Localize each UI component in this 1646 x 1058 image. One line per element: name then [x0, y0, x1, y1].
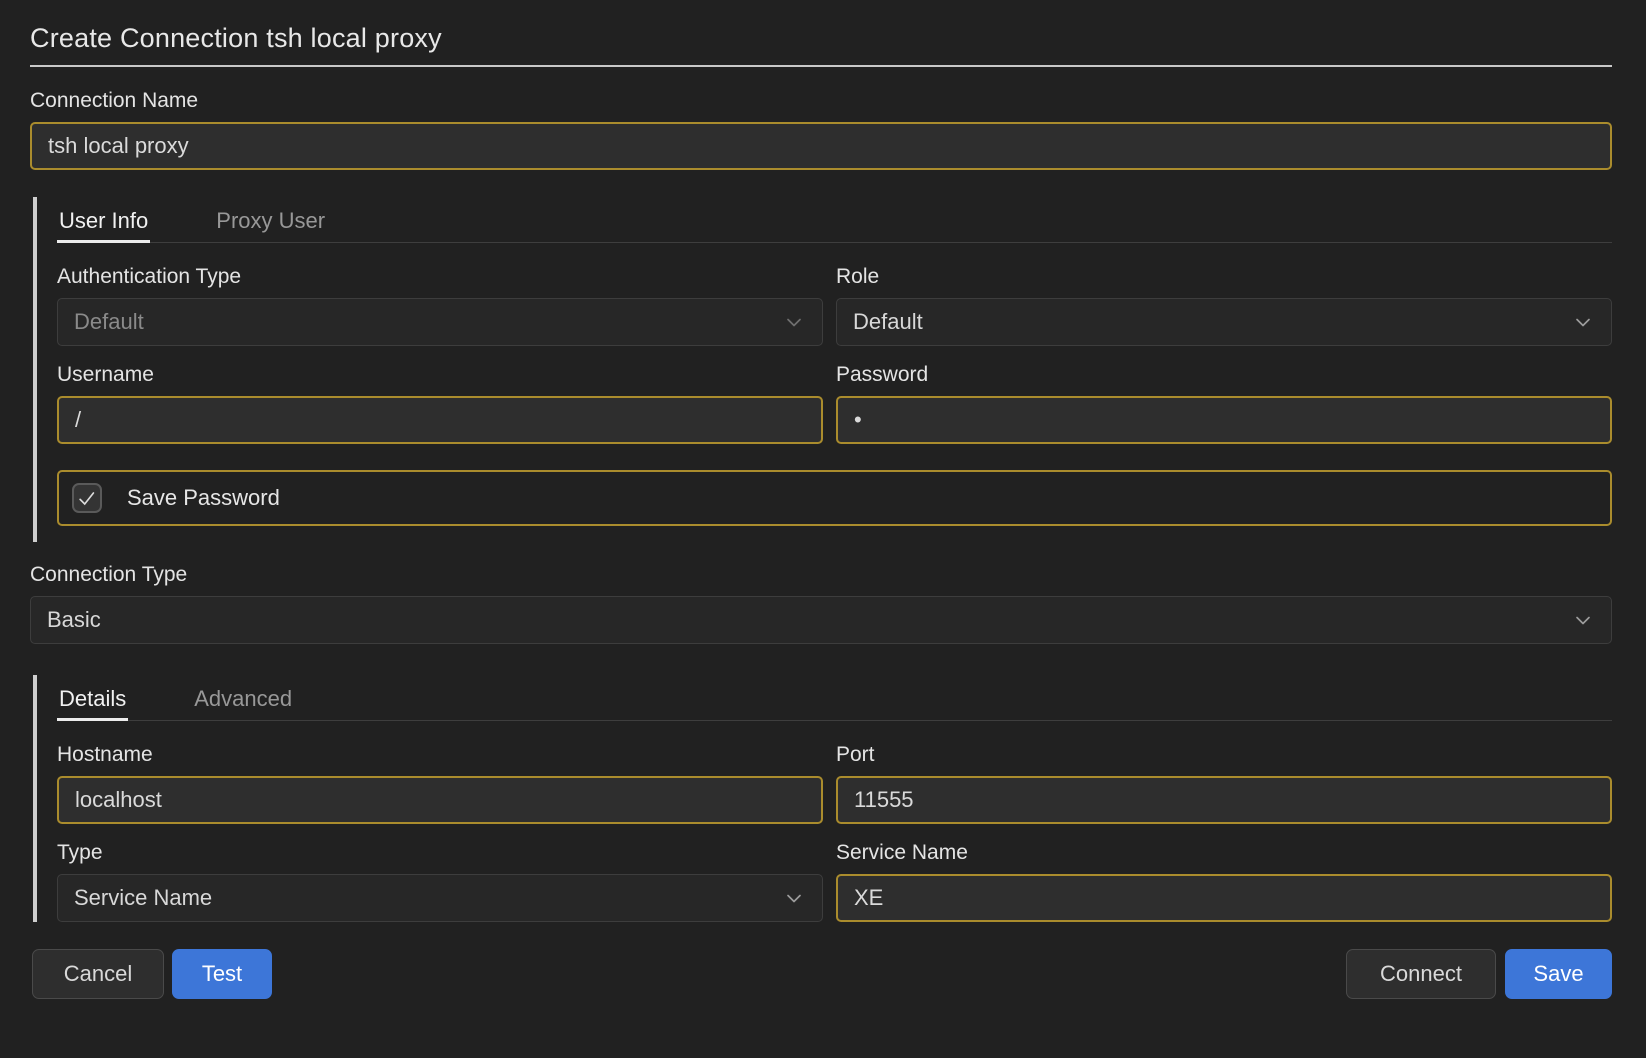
user-tabstrip: User Info Proxy User	[57, 197, 1612, 243]
dialog-title: Create Connection tsh local proxy	[30, 22, 1612, 54]
user-info-group: User Info Proxy User Authentication Type…	[33, 197, 1612, 542]
role-value: Default	[853, 309, 923, 335]
port-input[interactable]	[836, 776, 1612, 824]
tab-advanced[interactable]: Advanced	[192, 675, 294, 720]
details-group: Details Advanced Hostname Port Type Serv…	[33, 675, 1612, 922]
connection-type-label: Connection Type	[30, 563, 1612, 587]
dialog-button-row: Cancel Test Connect Save	[30, 949, 1612, 999]
role-label: Role	[836, 265, 1612, 289]
type-label: Type	[57, 841, 823, 865]
service-name-input[interactable]	[836, 874, 1612, 922]
details-tabstrip: Details Advanced	[57, 675, 1612, 721]
cancel-button[interactable]: Cancel	[32, 949, 164, 999]
tab-details[interactable]: Details	[57, 675, 128, 721]
title-divider	[30, 65, 1612, 67]
auth-type-select[interactable]: Default	[57, 298, 823, 346]
type-value: Service Name	[74, 885, 212, 911]
save-password-label: Save Password	[127, 485, 280, 511]
save-password-checkbox[interactable]	[72, 483, 102, 513]
chevron-down-icon	[1571, 608, 1595, 632]
auth-type-label: Authentication Type	[57, 265, 823, 289]
connect-button[interactable]: Connect	[1346, 949, 1496, 999]
password-input[interactable]	[836, 396, 1612, 444]
username-input[interactable]	[57, 396, 823, 444]
create-connection-dialog: Create Connection tsh local proxy Connec…	[0, 0, 1646, 1058]
hostname-input[interactable]	[57, 776, 823, 824]
connection-type-value: Basic	[47, 607, 101, 633]
chevron-down-icon	[782, 886, 806, 910]
port-label: Port	[836, 743, 1612, 767]
hostname-label: Hostname	[57, 743, 823, 767]
role-select[interactable]: Default	[836, 298, 1612, 346]
save-button[interactable]: Save	[1505, 949, 1612, 999]
password-label: Password	[836, 363, 1612, 387]
connection-name-input[interactable]	[30, 122, 1612, 170]
chevron-down-icon	[1571, 310, 1595, 334]
test-button[interactable]: Test	[172, 949, 272, 999]
chevron-down-icon	[782, 310, 806, 334]
connection-type-select[interactable]: Basic	[30, 596, 1612, 644]
tab-proxy-user[interactable]: Proxy User	[214, 197, 327, 242]
auth-type-value: Default	[74, 309, 144, 335]
type-select[interactable]: Service Name	[57, 874, 823, 922]
connection-name-label: Connection Name	[30, 89, 1612, 113]
service-name-label: Service Name	[836, 841, 1612, 865]
tab-user-info[interactable]: User Info	[57, 197, 150, 243]
save-password-box: Save Password	[57, 470, 1612, 526]
checkmark-icon	[76, 487, 98, 509]
username-label: Username	[57, 363, 823, 387]
